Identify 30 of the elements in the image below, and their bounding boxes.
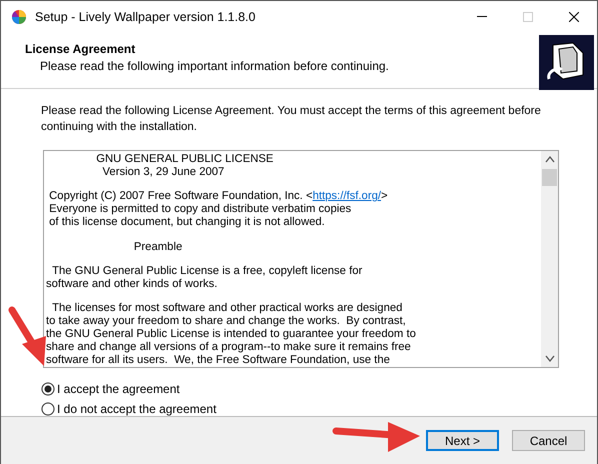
license-line: to take away your freedom to share and change the works. By contrast, [46,315,407,328]
license-line: of this license document, but changing it is not allowed. [48,216,326,230]
license-line: the GNU General Public License is intended to guarantee your freedom to [46,328,417,341]
license-line: The licenses for most software and other practical works are designed [51,302,404,315]
window-title: Setup - Lively Wallpaper version 1.1.8.0 [35,10,256,24]
next-button[interactable]: Next > [426,430,499,451]
license-line: share and change all versions of a program--to make sure it remains free [46,341,412,354]
close-icon[interactable] [569,12,579,22]
license-line: The GNU General Public License is a free, copyleft license for [51,264,364,278]
annotation-arrow [8,306,48,368]
maximize-icon [523,12,533,22]
scrollbar[interactable] [541,151,558,367]
license-line: Version 3, 29 June 2007 [101,166,226,179]
license-line: software and other kinds of works. [46,278,218,291]
website-link[interactable]: https://fsf.org/ [312,190,382,202]
radio-button[interactable] [41,382,55,396]
radio-label[interactable]: I do not accept the agreement [57,402,216,416]
page-subtitle: Please read the following important information before continuing. [39,59,390,73]
radio-label[interactable]: I accept the agreement [57,382,180,396]
page-heading: License Agreement [25,42,136,56]
radio-button[interactable] [41,402,55,416]
app-icon [11,8,27,24]
cancel-button[interactable]: Cancel [512,430,585,451]
license-line: software for all its users. We, the Free Software Foundation, use the [46,354,391,367]
license-line: GNU GENERAL PUBLIC LICENSE [95,153,274,166]
license-line: Copyright (C) 2007 Free Software Foundation, Inc. <https://fsf.org/> [48,190,389,204]
scroll-thumb[interactable] [542,169,557,186]
license-line: Preamble [132,240,184,254]
intro-text: Please read the following License Agreement. You must accept the terms of this agreement before continuing with the installation. [41,104,542,135]
license-line: Everyone is permitted to copy and distribute verbatim copies [48,203,352,216]
